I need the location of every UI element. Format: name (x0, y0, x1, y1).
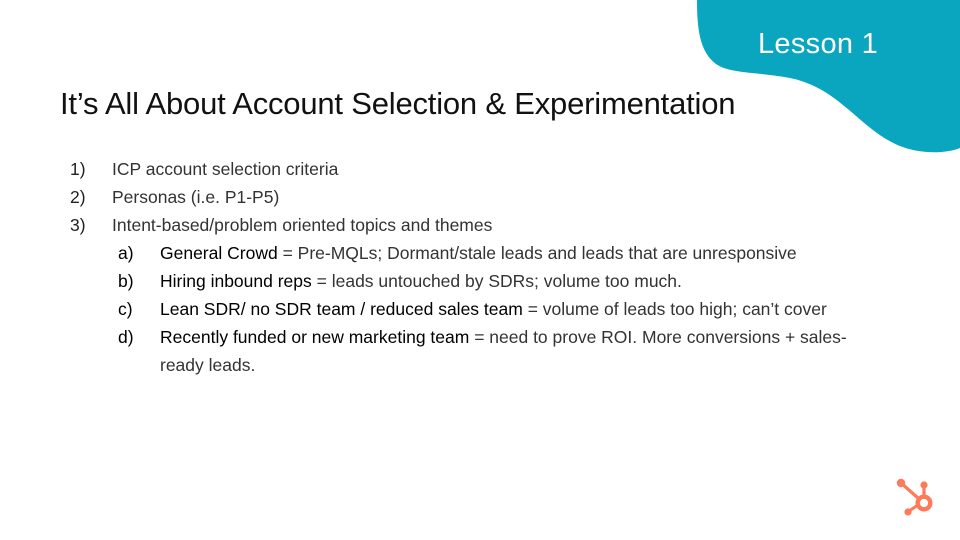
sub-list-text: Recently funded or new marketing team = … (160, 323, 850, 379)
sub-list-text: General Crowd = Pre-MQLs; Dormant/stale … (160, 239, 850, 267)
sub-list-text: Lean SDR/ no SDR team / reduced sales te… (160, 295, 850, 323)
list-text: Personas (i.e. P1-P5) (112, 187, 280, 207)
list-item: 3) Intent-based/problem oriented topics … (70, 211, 850, 239)
list-number: 2) (70, 187, 86, 207)
sub-list-label: b) (118, 271, 134, 291)
list-item: 2) Personas (i.e. P1-P5) (70, 183, 850, 211)
sub-list-label: a) (118, 243, 134, 263)
hubspot-sprocket-icon (896, 478, 933, 516)
sub-list-label: c) (118, 299, 133, 319)
list-number: 3) (70, 215, 86, 235)
sub-list-rest: = volume of leads too high; can’t cover (522, 299, 827, 319)
slide-title: It’s All About Account Selection & Exper… (60, 86, 736, 121)
sub-list-label: d) (118, 327, 134, 347)
list-number: 1) (70, 159, 86, 179)
list-item: 1) ICP account selection criteria (70, 155, 850, 183)
sub-list-rest: = leads untouched by SDRs; volume too mu… (311, 271, 682, 291)
lesson-badge: Lesson 1 (758, 28, 879, 60)
sub-list-key: Lean SDR/ no SDR team / reduced sales te… (160, 299, 523, 319)
sub-list-key: Recently funded or new marketing team (160, 327, 470, 347)
sub-list-item: d) Recently funded or new marketing team… (118, 323, 850, 379)
sub-list-item: a) General Crowd = Pre-MQLs; Dormant/sta… (118, 239, 850, 267)
list-text: ICP account selection criteria (112, 159, 339, 179)
sub-list-rest: = Pre-MQLs; Dormant/stale leads and lead… (277, 243, 797, 263)
content-list: 1) ICP account selection criteria 2) Per… (70, 155, 850, 379)
sub-list-text: Hiring inbound reps = leads untouched by… (160, 267, 850, 295)
sub-list-item: c) Lean SDR/ no SDR team / reduced sales… (118, 295, 850, 323)
sub-list-item: b) Hiring inbound reps = leads untouched… (118, 267, 850, 295)
sub-list-key: Hiring inbound reps (160, 271, 312, 291)
sub-list-key: General Crowd (160, 243, 278, 263)
list-text: Intent-based/problem oriented topics and… (112, 215, 493, 235)
